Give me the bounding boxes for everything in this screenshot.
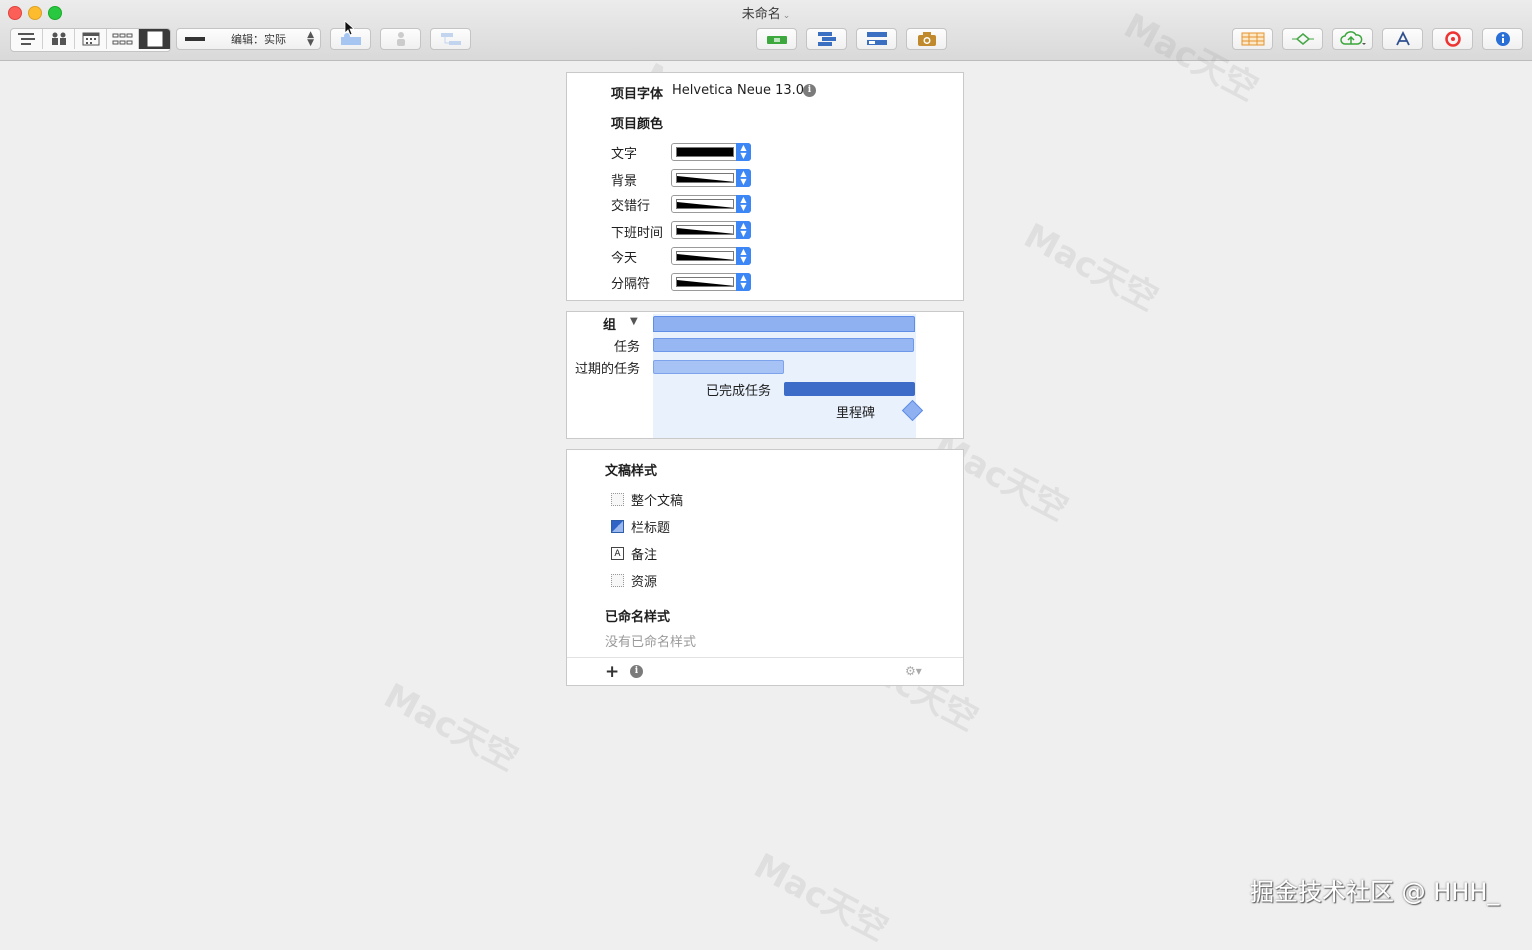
named-styles-heading: 已命名样式: [605, 610, 671, 625]
connect-tasks-icon: [440, 33, 461, 45]
text-color-well[interactable]: ▲ ▼: [671, 143, 751, 161]
document-styles-heading: 文稿样式: [605, 464, 658, 479]
network-view-icon[interactable]: [107, 29, 139, 49]
column-header-icon: [611, 520, 624, 533]
line-style-swatch: [185, 37, 205, 41]
group-style-label[interactable]: 组: [603, 314, 616, 333]
watermark-logo: Mac天空: [377, 675, 525, 780]
milestone-style-label[interactable]: 里程碑: [836, 402, 875, 421]
person-icon: [396, 32, 405, 46]
stepper-icon: ▲ ▼: [736, 221, 751, 239]
milestone-view-button[interactable]: [1282, 28, 1323, 50]
camera-icon: [917, 32, 936, 46]
overdue-task-style-label[interactable]: 过期的任务: [575, 358, 640, 377]
colors-button[interactable]: [1432, 28, 1473, 50]
outdent-indent-button[interactable]: [806, 28, 847, 50]
font-info-icon[interactable]: i: [803, 84, 816, 97]
view-mode-segmented-control[interactable]: [10, 28, 171, 52]
color-row-label: 交错行: [611, 199, 651, 214]
add-style-button[interactable]: +: [605, 662, 619, 682]
table-icon: [1241, 32, 1264, 46]
publish-button[interactable]: [1332, 28, 1373, 50]
cloud-upload-icon: [1339, 31, 1366, 45]
document-styles-panel: [566, 449, 964, 686]
group-bar[interactable]: [653, 316, 915, 332]
connect-tasks-button[interactable]: [430, 28, 471, 50]
stepper-icon: ▲ ▼: [736, 169, 751, 187]
stepper-icon: ▲ ▼: [736, 143, 751, 161]
completed-task-bar[interactable]: [784, 382, 915, 396]
style-item-note[interactable]: A 备注: [611, 544, 657, 563]
style-item-column-header[interactable]: 栏标题: [611, 517, 670, 536]
alternate-row-color-well[interactable]: ▲ ▼: [671, 195, 751, 213]
level-icon: [766, 36, 787, 44]
project-font-label: 项目字体: [611, 87, 664, 102]
task-style-label[interactable]: 任务: [614, 336, 640, 355]
task-bar[interactable]: [653, 338, 914, 352]
overdue-task-bar[interactable]: [653, 360, 784, 374]
project-font-value[interactable]: Helvetica Neue 13.0: [672, 83, 804, 98]
color-row-label: 背景: [611, 174, 638, 189]
note-icon: A: [611, 547, 624, 560]
stepper-icon: ▲ ▼: [736, 273, 751, 291]
calendar-view-icon[interactable]: [75, 29, 107, 49]
font-icon: [1395, 31, 1410, 46]
completed-task-style-label[interactable]: 已完成任务: [706, 380, 771, 399]
edit-mode-popup[interactable]: 编辑：实际 ▲ ▼: [176, 28, 321, 50]
outline-view-icon[interactable]: [11, 29, 43, 49]
separator-color-well[interactable]: ▲ ▼: [671, 273, 751, 291]
mouse-cursor-icon: [344, 20, 354, 36]
style-item-resource[interactable]: 资源: [611, 571, 657, 590]
background-color-well[interactable]: ▲ ▼: [671, 169, 751, 187]
project-color-heading: 项目颜色: [611, 117, 664, 132]
inspector-button[interactable]: [1482, 28, 1523, 50]
baseline-snapshot-button[interactable]: [906, 28, 947, 50]
window-titlebar: 未命名 ⌄ 编辑：实际 ▲ ▼: [0, 0, 1532, 61]
style-info-icon[interactable]: i: [630, 665, 643, 678]
stepper-icon: ▲ ▼: [736, 247, 751, 265]
table-view-button[interactable]: [1232, 28, 1273, 50]
resource-view-icon[interactable]: [43, 29, 75, 49]
stepper-icon: ▲ ▼: [736, 195, 751, 213]
indent-icon: [817, 32, 836, 46]
edit-mode-label: 编辑：实际: [231, 33, 286, 46]
critical-path-button[interactable]: [856, 28, 897, 50]
dotted-box-icon: [611, 493, 624, 506]
color-row-label: 文字: [611, 147, 638, 162]
gear-menu-icon[interactable]: ⚙▾: [905, 664, 922, 678]
disclosure-triangle-icon[interactable]: ▼: [630, 316, 638, 327]
color-row-label: 下班时间: [611, 226, 664, 241]
critical-path-icon: [866, 32, 887, 45]
style-view-icon[interactable]: [139, 29, 170, 49]
watermark-logo: Mac天空: [1017, 215, 1165, 320]
window-title[interactable]: 未命名 ⌄: [0, 3, 1532, 22]
gantt-preview-area: [653, 314, 916, 438]
color-row-label: 分隔符: [611, 277, 651, 292]
level-resources-button[interactable]: [756, 28, 797, 50]
today-color-well[interactable]: ▲ ▼: [671, 247, 751, 265]
off-hours-color-well[interactable]: ▲ ▼: [671, 221, 751, 239]
color-row-label: 今天: [611, 251, 638, 266]
add-resource-button[interactable]: [380, 28, 421, 50]
dotted-box-icon: [611, 574, 624, 587]
no-named-styles-text: 没有已命名样式: [605, 635, 697, 650]
milestone-icon: [1291, 33, 1314, 45]
watermark-logo: Mac天空: [747, 845, 895, 950]
info-icon: [1495, 32, 1510, 46]
watermark-caption: 掘金技术社区 @ HHH_: [1250, 878, 1500, 906]
panel-divider: [567, 657, 963, 658]
style-item-whole-document[interactable]: 整个文稿: [611, 490, 683, 509]
color-wheel-icon: [1444, 31, 1461, 47]
popup-arrows-icon: ▲ ▼: [307, 30, 314, 48]
fonts-button[interactable]: [1382, 28, 1423, 50]
